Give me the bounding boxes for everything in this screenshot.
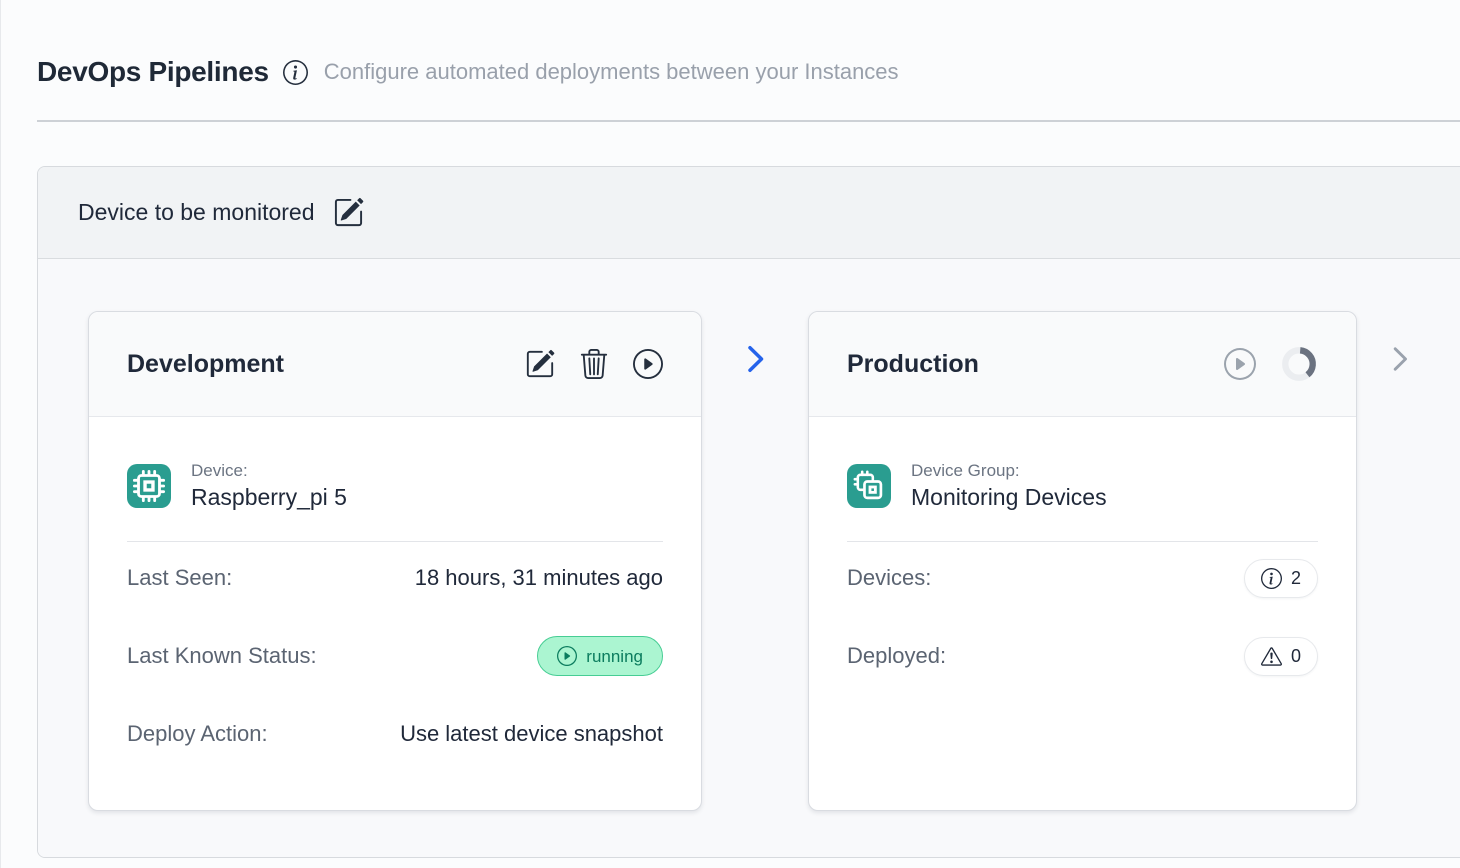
development-card-body: Device: Raspberry_pi 5 Last Seen: 18 hou… [89, 417, 701, 756]
edit-square-icon [333, 197, 364, 228]
play-circle-icon [633, 349, 663, 379]
header-divider [37, 120, 1460, 122]
run-stage-button[interactable] [633, 349, 663, 379]
pipeline-panel: Device to be monitored Development [37, 166, 1460, 858]
app-root: DevOps Pipelines Configure automated dep… [0, 0, 1460, 868]
device-group-label: Device Group: [911, 461, 1107, 481]
chip-icon [127, 464, 171, 508]
info-circle-icon [283, 60, 308, 85]
deploy-action-label: Deploy Action: [127, 721, 268, 747]
devices-row: Devices: 2 [847, 556, 1318, 600]
pipeline-stages-row: Development [38, 259, 1460, 811]
deployed-label: Deployed: [847, 643, 946, 669]
page-title: DevOps Pipelines [37, 54, 269, 90]
deploy-action-value: Use latest device snapshot [400, 721, 663, 747]
pipeline-panel-header: Device to be monitored [38, 167, 1460, 259]
status-row: Last Known Status: running [127, 634, 663, 678]
status-label: Last Known Status: [127, 643, 317, 669]
development-card-header: Development [89, 312, 701, 417]
device-group-info: Device Group: Monitoring Devices [911, 461, 1107, 511]
devices-count: 2 [1291, 569, 1301, 587]
deployed-count-badge[interactable]: 0 [1244, 637, 1318, 676]
last-seen-label: Last Seen: [127, 565, 232, 591]
pipeline-arrow-cell [702, 344, 808, 374]
deployed-count: 0 [1291, 647, 1301, 665]
status-badge: running [537, 636, 663, 676]
production-card-body: Device Group: Monitoring Devices Devices… [809, 417, 1356, 678]
production-stage-card: Production [808, 311, 1357, 811]
card-divider [847, 541, 1318, 542]
development-stage-card: Development [88, 311, 702, 811]
delete-stage-button[interactable] [579, 349, 609, 379]
production-card-actions [1224, 345, 1318, 383]
main-content: DevOps Pipelines Configure automated dep… [0, 0, 1460, 868]
status-text: running [586, 648, 643, 665]
chip-stack-icon [847, 464, 891, 508]
deploy-action-row: Deploy Action: Use latest device snapsho… [127, 712, 663, 756]
edit-stage-button[interactable] [525, 349, 555, 379]
device-info: Device: Raspberry_pi 5 [191, 461, 347, 511]
play-circle-icon [1224, 348, 1256, 380]
info-circle-icon[interactable] [283, 60, 308, 85]
trash-icon [579, 349, 609, 379]
deployed-row: Deployed: 0 [847, 634, 1318, 678]
development-card-actions [525, 349, 663, 379]
last-seen-row: Last Seen: 18 hours, 31 minutes ago [127, 556, 663, 600]
info-circle-icon [1261, 568, 1282, 589]
last-seen-value: 18 hours, 31 minutes ago [415, 565, 663, 591]
loading-spinner-icon [1280, 345, 1318, 383]
page-subtitle: Configure automated deployments between … [324, 59, 899, 85]
device-label: Device: [191, 461, 347, 481]
next-stage-chevron-cell [1357, 344, 1443, 374]
edit-pipeline-button[interactable] [333, 197, 364, 228]
card-divider [127, 541, 663, 542]
edit-square-icon [525, 349, 555, 379]
pipeline-panel-body: Development [38, 259, 1460, 858]
device-row: Device: Raspberry_pi 5 [127, 461, 663, 511]
devices-label: Devices: [847, 565, 931, 591]
stage-title: Production [847, 350, 1224, 379]
device-group-name: Monitoring Devices [911, 484, 1107, 511]
chevron-right-icon [742, 344, 768, 374]
run-stage-button[interactable] [1224, 348, 1256, 380]
chevron-right-icon[interactable] [1388, 344, 1412, 374]
page-header: DevOps Pipelines Configure automated dep… [37, 54, 1460, 90]
production-card-header: Production [809, 312, 1356, 417]
warning-triangle-icon [1261, 646, 1282, 667]
panel-title: Device to be monitored [78, 199, 315, 226]
device-name: Raspberry_pi 5 [191, 484, 347, 511]
device-group-row: Device Group: Monitoring Devices [847, 461, 1318, 511]
play-circle-icon [557, 646, 577, 666]
stage-title: Development [127, 350, 525, 379]
devices-count-badge[interactable]: 2 [1244, 559, 1318, 598]
